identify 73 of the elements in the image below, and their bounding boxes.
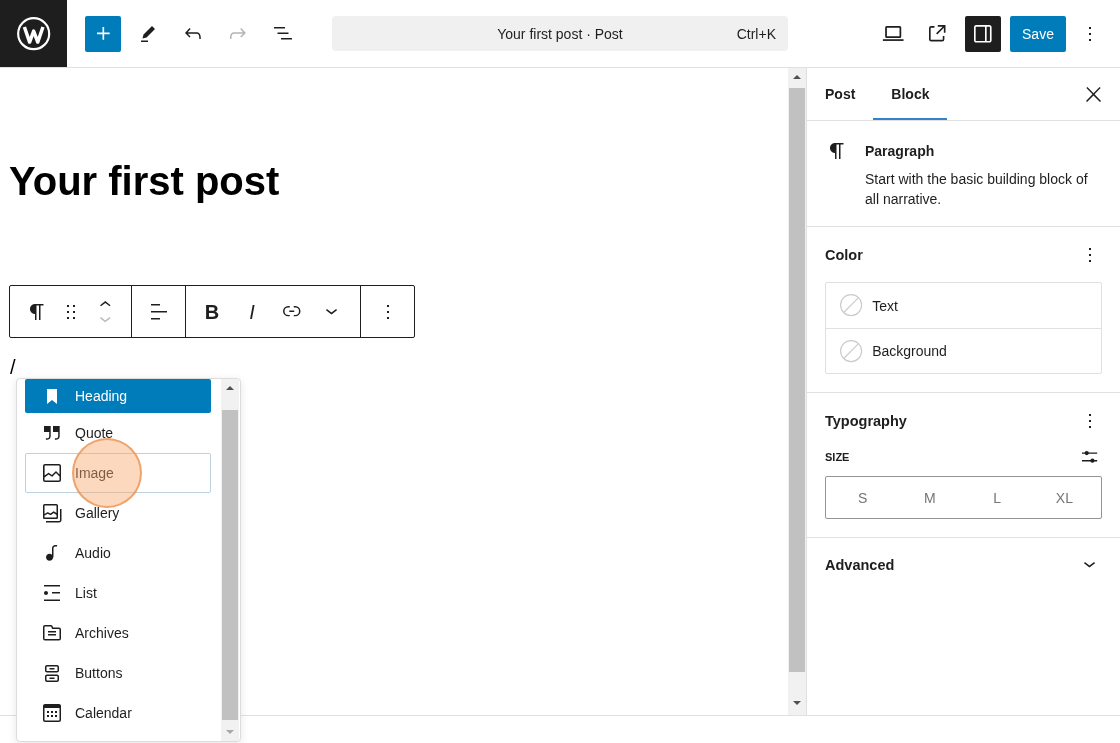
laptop-icon	[881, 25, 905, 42]
size-option[interactable]: XL	[1030, 480, 1098, 515]
empty-swatch-icon	[840, 339, 863, 363]
chevron-down-icon	[99, 316, 111, 323]
chevron-down-icon	[326, 308, 338, 315]
site-logo-button[interactable]	[0, 0, 67, 67]
folder-icon	[43, 625, 61, 641]
calendar-icon	[43, 704, 61, 722]
scrollbar-thumb[interactable]	[222, 410, 238, 720]
stacked-buttons-icon	[45, 664, 59, 682]
scrollbar[interactable]	[221, 379, 239, 741]
post-title: Your first post	[9, 158, 280, 205]
command-bar[interactable]: Your first post · Post Ctrl+K	[332, 16, 788, 51]
list-view-icon	[274, 27, 292, 40]
block-option[interactable]: Audio	[25, 533, 211, 573]
scroll-down-icon	[793, 701, 801, 705]
panel-title: Typography	[825, 413, 907, 429]
sliders-icon	[1082, 451, 1098, 463]
size-option[interactable]: S	[829, 480, 897, 515]
chevron-up-icon	[99, 300, 111, 307]
more-vertical-icon	[386, 304, 389, 319]
block-title: Paragraph	[865, 142, 936, 161]
music-note-icon	[46, 545, 58, 561]
sidebar-icon	[974, 24, 992, 43]
undo-icon	[185, 27, 201, 40]
block-option[interactable]: Calendar	[25, 693, 211, 733]
scrollbar-thumb[interactable]	[789, 88, 805, 672]
panel-title: Color	[825, 247, 863, 263]
save-button[interactable]: Save	[1010, 15, 1066, 52]
block-option[interactable]: Gallery	[25, 493, 211, 533]
w-logo-icon	[16, 16, 51, 51]
document-title: Your first post · Post	[497, 25, 623, 42]
paragraph-text: /	[10, 355, 16, 379]
close-icon	[1085, 86, 1101, 102]
keyboard-shortcut: Ctrl+K	[736, 25, 776, 42]
size-option[interactable]: L	[963, 480, 1031, 515]
quote-icon	[44, 426, 60, 440]
add-block-button[interactable]	[85, 15, 121, 52]
bold-button[interactable]: B	[192, 291, 232, 332]
sidebar-tab[interactable]: Post	[807, 68, 874, 120]
scroll-up-icon	[793, 75, 801, 79]
image-icon	[43, 464, 61, 482]
italic-button[interactable]: I	[232, 291, 272, 332]
list-icon	[44, 585, 60, 601]
scroll-down-icon	[226, 730, 234, 734]
settings-button[interactable]	[965, 15, 1001, 52]
color-setting-button[interactable]: Background	[826, 328, 1101, 373]
block-option[interactable]: List	[25, 573, 211, 613]
link-icon	[283, 306, 301, 317]
drag-dots-icon	[67, 304, 75, 319]
size-label: SIZE	[825, 451, 850, 463]
scrollbar[interactable]	[788, 68, 806, 715]
advanced-toggle[interactable]: Advanced	[825, 538, 1102, 592]
pencil-icon	[141, 25, 155, 42]
external-link-icon	[928, 25, 946, 42]
empty-swatch-icon	[840, 294, 863, 317]
block-option[interactable]: Archives	[25, 613, 211, 653]
pilcrow-icon	[30, 303, 44, 320]
color-setting-button[interactable]: Text	[826, 283, 1101, 328]
redo-icon	[230, 28, 246, 39]
block-option[interactable]: Heading	[25, 379, 211, 413]
gallery-icon	[42, 503, 62, 523]
sidebar-tab[interactable]: Block	[873, 68, 948, 120]
plus-icon	[96, 27, 110, 40]
size-option[interactable]: M	[896, 480, 964, 515]
block-option[interactable]: Buttons	[25, 653, 211, 693]
block-description: Start with the basic building block of all narrative.	[865, 170, 1089, 209]
scroll-up-icon	[226, 386, 234, 390]
block-option[interactable]: Image	[25, 453, 211, 493]
align-left-icon	[150, 303, 167, 320]
pilcrow-icon	[830, 143, 844, 159]
block-option[interactable]: Quote	[25, 413, 211, 453]
bookmark-icon	[47, 388, 57, 404]
